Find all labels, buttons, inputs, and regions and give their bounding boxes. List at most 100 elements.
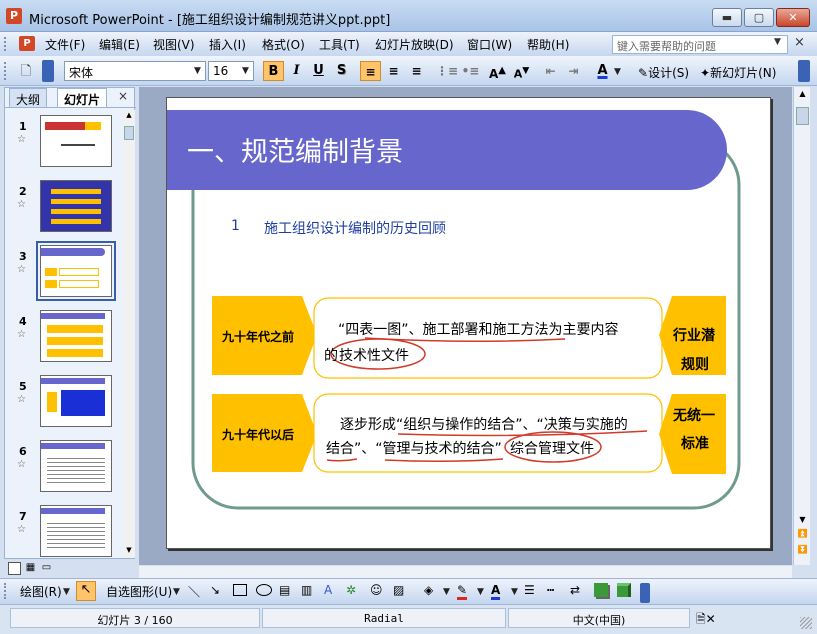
font-name-select[interactable]: 宋体 bbox=[64, 61, 206, 81]
shadow-button[interactable]: S bbox=[331, 61, 352, 81]
font-color-draw-dropdown-icon[interactable]: ▼ bbox=[511, 587, 518, 597]
toolbar-overflow-icon[interactable] bbox=[798, 60, 810, 82]
new-document-icon[interactable]: 🗋 bbox=[16, 62, 36, 82]
align-left-icon[interactable]: ≡ bbox=[360, 61, 381, 81]
menu-window[interactable]: 窗口(W) bbox=[467, 36, 512, 53]
next-slide-icon[interactable]: ⏬ bbox=[796, 545, 809, 559]
slide-thumbnail-2[interactable] bbox=[40, 180, 112, 232]
fill-color-icon[interactable]: ◈ bbox=[424, 583, 433, 597]
font-color-dropdown-icon[interactable]: ▼ bbox=[614, 67, 621, 77]
scroll-up-icon[interactable]: ▲ bbox=[124, 111, 134, 121]
menu-file[interactable]: 文件(F) bbox=[45, 36, 85, 53]
drawbar-grip[interactable] bbox=[4, 583, 7, 599]
rectangle-icon[interactable] bbox=[233, 584, 247, 596]
close-window-button[interactable]: ✕ bbox=[776, 8, 810, 27]
tab-outline[interactable]: 大纲 bbox=[9, 88, 48, 107]
toolbar-grip[interactable] bbox=[4, 62, 7, 80]
align-center-icon[interactable]: ≡ bbox=[383, 61, 404, 81]
slide-thumbnail-5[interactable] bbox=[40, 375, 112, 427]
scroll-down-icon[interactable]: ▼ bbox=[796, 515, 809, 527]
select-pointer-icon[interactable]: ↖ bbox=[76, 581, 96, 601]
autoshapes-button[interactable]: 自选图形(U) bbox=[106, 583, 172, 600]
resize-grip-icon[interactable] bbox=[800, 617, 812, 629]
thumbnail-scrollbar[interactable]: ▲ ▼ bbox=[123, 110, 135, 558]
oval-icon[interactable] bbox=[256, 584, 272, 596]
decrease-indent-icon[interactable]: ⇤ bbox=[540, 61, 561, 81]
horizontal-scrollbar[interactable] bbox=[139, 566, 792, 578]
close-document-button[interactable]: × bbox=[794, 35, 805, 50]
arrow-icon[interactable]: ↘ bbox=[210, 583, 220, 597]
slide-thumbnail-6[interactable] bbox=[40, 440, 112, 492]
vertical-scrollbar[interactable]: ▲ ▼ ⏫ ⏬ bbox=[793, 87, 810, 565]
spelling-check-icon[interactable]: 🗎✕ bbox=[696, 610, 716, 631]
wordart-icon[interactable]: A bbox=[324, 583, 332, 597]
title-bar: P Microsoft PowerPoint - [施工组织设计编制规范讲义pp… bbox=[0, 0, 817, 32]
dash-style-icon[interactable]: ┅ bbox=[547, 583, 554, 597]
picture-icon[interactable]: ▨ bbox=[393, 583, 404, 597]
scroll-thumb[interactable] bbox=[124, 126, 134, 140]
font-dropdown-icon[interactable]: ▼ bbox=[194, 66, 201, 76]
numbering-icon[interactable]: ⋮≡ bbox=[436, 61, 458, 81]
tab-slides[interactable]: 幻灯片 bbox=[57, 88, 108, 107]
font-color-draw-icon[interactable]: A bbox=[491, 583, 501, 600]
underline-button[interactable]: U bbox=[308, 61, 329, 81]
slide-thumbnail-1[interactable] bbox=[40, 115, 112, 167]
minimize-button[interactable]: ▬ bbox=[712, 8, 742, 27]
size-dropdown-icon[interactable]: ▼ bbox=[242, 66, 249, 76]
design-button[interactable]: ✎设计(S) bbox=[638, 64, 689, 81]
menu-slideshow[interactable]: 幻灯片放映(D) bbox=[375, 36, 454, 53]
bullets-icon[interactable]: •≡ bbox=[460, 61, 481, 81]
scroll-thumb[interactable] bbox=[796, 107, 809, 125]
panel-close-button[interactable]: × bbox=[118, 89, 128, 103]
previous-slide-icon[interactable]: ⏫ bbox=[796, 529, 809, 543]
menu-format[interactable]: 格式(O) bbox=[262, 36, 305, 53]
fill-dropdown-icon[interactable]: ▼ bbox=[443, 587, 450, 597]
menu-help[interactable]: 帮助(H) bbox=[527, 36, 569, 53]
autoshapes-dropdown-icon[interactable]: ▼ bbox=[173, 587, 180, 597]
decrease-font-icon[interactable]: A▼ bbox=[511, 61, 532, 81]
slide-thumbnail-4[interactable] bbox=[40, 310, 112, 362]
3d-style-icon[interactable] bbox=[617, 583, 631, 597]
bold-button[interactable]: B bbox=[263, 61, 284, 81]
menu-edit[interactable]: 编辑(E) bbox=[99, 36, 140, 53]
menu-view[interactable]: 视图(V) bbox=[153, 36, 195, 53]
normal-view-icon[interactable] bbox=[8, 562, 21, 575]
arrow-style-icon[interactable]: ⇄ bbox=[570, 583, 580, 597]
draw-dropdown-icon[interactable]: ▼ bbox=[63, 587, 70, 597]
vertical-textbox-icon[interactable]: ▥ bbox=[301, 583, 312, 597]
shadow-style-icon[interactable] bbox=[594, 583, 608, 597]
scroll-down-icon[interactable]: ▼ bbox=[124, 546, 134, 556]
line-color-icon[interactable]: ✎ bbox=[457, 583, 468, 600]
clipart-icon[interactable]: ☺ bbox=[370, 583, 383, 597]
scroll-up-icon[interactable]: ▲ bbox=[796, 89, 809, 101]
menu-tools[interactable]: 工具(T) bbox=[319, 36, 360, 53]
slide-thumbnail-3[interactable] bbox=[40, 245, 112, 297]
slideshow-icon[interactable]: ▭ bbox=[40, 562, 53, 575]
line-color-dropdown-icon[interactable]: ▼ bbox=[477, 587, 484, 597]
menubar-grip[interactable] bbox=[4, 37, 7, 51]
increase-indent-icon[interactable]: ⇥ bbox=[563, 61, 584, 81]
help-dropdown-icon[interactable]: ▼ bbox=[774, 37, 781, 47]
font-color-icon[interactable]: A bbox=[592, 61, 613, 81]
line-icon[interactable]: ＼ bbox=[188, 583, 200, 600]
slide-thumbnail-7[interactable] bbox=[40, 505, 112, 557]
powerpoint-app-icon[interactable]: P bbox=[6, 8, 22, 24]
toolbar-options-icon[interactable] bbox=[42, 60, 54, 82]
textbox-icon[interactable]: ▤ bbox=[279, 583, 290, 597]
diagram-icon[interactable]: ✲ bbox=[346, 583, 356, 597]
maximize-button[interactable]: ▢ bbox=[744, 8, 774, 27]
menu-insert[interactable]: 插入(I) bbox=[209, 36, 246, 53]
row1-tag-line1: 行业潜 bbox=[673, 328, 715, 344]
new-slide-button[interactable]: ✦新幻灯片(N) bbox=[700, 64, 776, 81]
document-icon[interactable]: P bbox=[19, 36, 35, 51]
tab-divider bbox=[5, 107, 136, 108]
draw-menu-button[interactable]: 绘图(R) bbox=[20, 583, 62, 600]
increase-font-icon[interactable]: A▲ bbox=[487, 61, 508, 81]
align-right-icon[interactable]: ≡ bbox=[406, 61, 427, 81]
help-search-input[interactable]: 键入需要帮助的问题 bbox=[612, 35, 788, 54]
line-style-icon[interactable]: ☰ bbox=[524, 583, 535, 597]
drawbar-overflow-icon[interactable] bbox=[640, 583, 650, 603]
italic-button[interactable]: I bbox=[286, 61, 307, 81]
slide-canvas[interactable]: 一、规范编制背景 1 施工组织设计编制的历史回顾 九十年代之前 九十年代以后 “… bbox=[166, 97, 771, 549]
slide-sorter-icon[interactable]: ▦ bbox=[24, 562, 37, 575]
